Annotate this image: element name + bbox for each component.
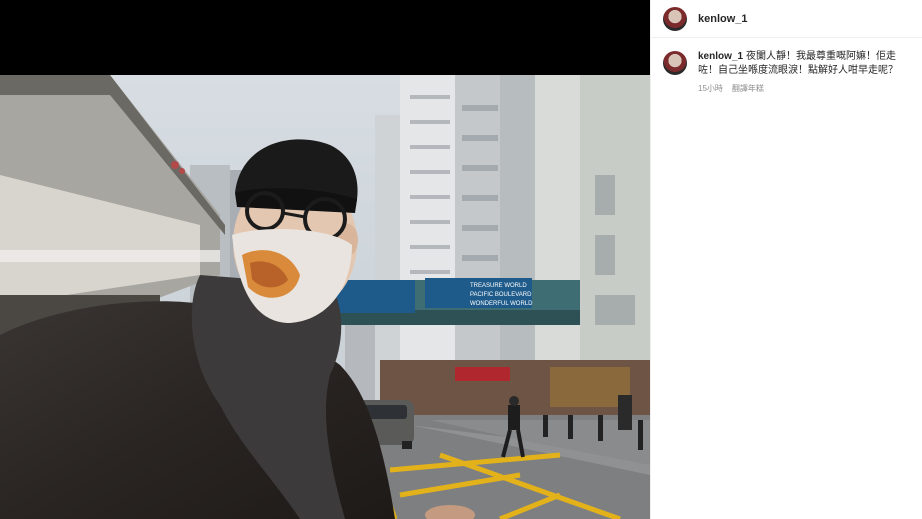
sign-text-1: TREASURE WORLD: [470, 283, 527, 289]
comment-timestamp[interactable]: 15小時: [698, 83, 723, 94]
post-header: kenlow_1: [651, 0, 922, 38]
instagram-post-view: TREASURE WORLD PACIFIC BOULEVARD WONDERF…: [0, 0, 922, 519]
post-sidebar: kenlow_1 kenlow_1 夜闌人靜！我最尊重嘅阿嫲！佢走咗！自己坐喺度流…: [650, 0, 922, 519]
post-media: TREASURE WORLD PACIFIC BOULEVARD WONDERF…: [0, 0, 650, 519]
comment-avatar[interactable]: [663, 51, 687, 75]
comment-body: kenlow_1 夜闌人靜！我最尊重嘅阿嫲！佢走咗！自己坐喺度流眼淚！點解好人咁早…: [698, 50, 910, 94]
post-photo[interactable]: TREASURE WORLD PACIFIC BOULEVARD WONDERF…: [0, 75, 650, 519]
comment-text: kenlow_1 夜闌人靜！我最尊重嘅阿嫲！佢走咗！自己坐喺度流眼淚！點解好人咁早…: [698, 50, 910, 78]
caption-comment: kenlow_1 夜闌人靜！我最尊重嘅阿嫲！佢走咗！自己坐喺度流眼淚！點解好人咁早…: [651, 38, 922, 94]
post-username[interactable]: kenlow_1: [698, 13, 748, 25]
sign-text-2: PACIFIC BOULEVARD: [470, 292, 532, 298]
comment-username[interactable]: kenlow_1: [698, 51, 743, 62]
avatar[interactable]: [663, 6, 687, 31]
translate-link[interactable]: 翻譯年糕: [732, 83, 764, 94]
sign-text-3: WONDERFUL WORLD: [470, 301, 533, 307]
comment-meta: 15小時 翻譯年糕: [698, 83, 910, 94]
selfie-street-photo: TREASURE WORLD PACIFIC BOULEVARD WONDERF…: [0, 75, 650, 519]
